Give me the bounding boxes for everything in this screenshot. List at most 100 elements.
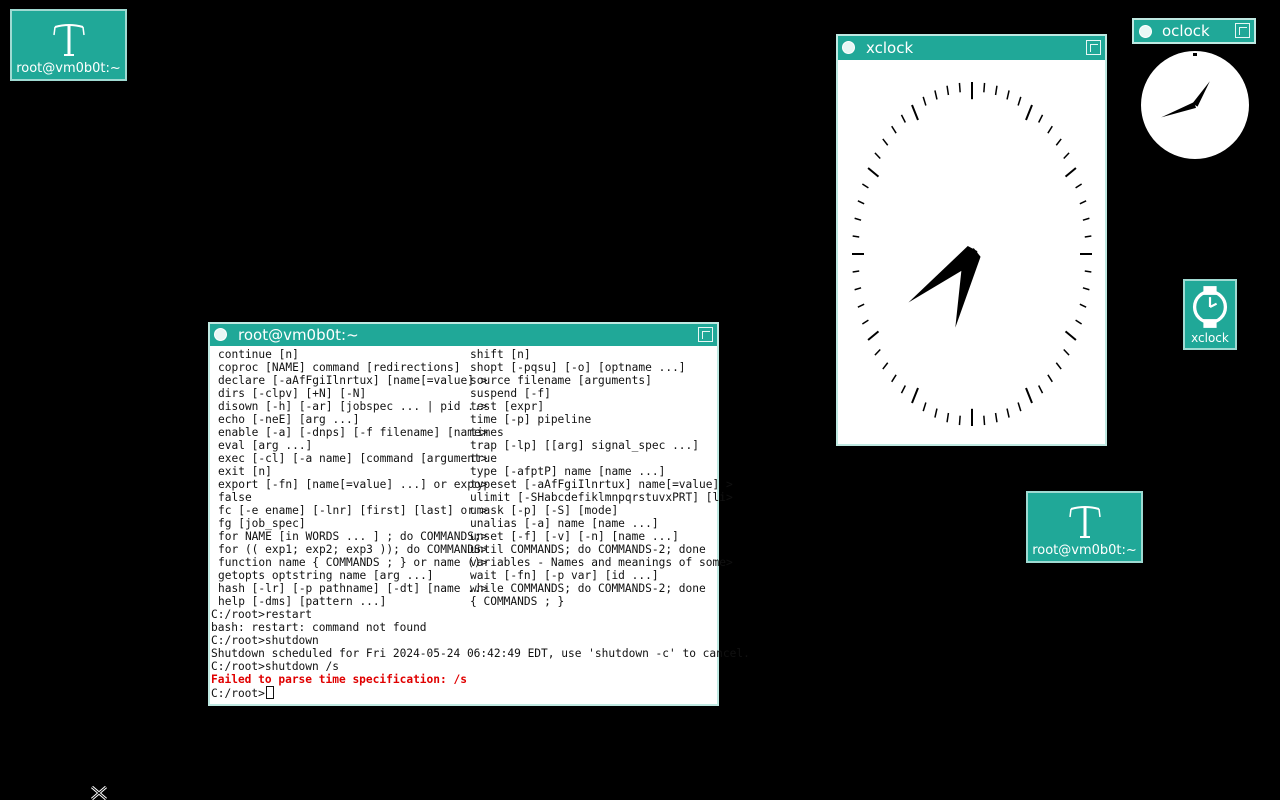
help-entry: eval [arg ...] [218, 439, 313, 452]
clock-tick [983, 82, 986, 93]
clock-tick [1063, 349, 1070, 356]
clock-tick [861, 183, 869, 189]
clock-tick [934, 408, 938, 418]
maximize-button[interactable] [698, 327, 713, 342]
clock-tick [900, 114, 907, 123]
twelve-marker [1193, 53, 1197, 56]
help-entry: until COMMANDS; do COMMANDS-2; done [470, 543, 706, 556]
oclock-window[interactable]: oclock [1132, 18, 1256, 164]
clock-tick [922, 402, 927, 412]
window-menu-button[interactable] [214, 328, 227, 341]
help-entry: getopts optstring name [arg ...] [218, 569, 434, 582]
clock-tick [1063, 152, 1070, 159]
help-entry: fg [job_spec] [218, 517, 306, 530]
help-entry: unalias [-a] name [name ...] [470, 517, 659, 530]
help-entry: for NAME [in WORDS ... ] ; do COMMANDS;> [218, 530, 488, 543]
terminal-titlebar[interactable]: root@vm0b0t:~ [210, 324, 717, 346]
help-entry: ulimit [-SHabcdefiklmnpqrstuvxPRT] [li> [470, 491, 733, 504]
help-entry: export [-fn] [name[=value] ...] or expo> [218, 478, 488, 491]
help-entry: continue [n] [218, 348, 299, 361]
clock-tick [1047, 374, 1053, 383]
clock-tick [852, 235, 860, 238]
output-line: C:/root>shutdown /s [211, 660, 339, 673]
clock-tick [1037, 114, 1044, 123]
terminal-desktop-icon-2[interactable]: root@vm0b0t:~ [1026, 491, 1143, 563]
clock-tick [857, 303, 865, 308]
help-entry: typeset [-aAfFgiIlnrtux] name[=value] > [470, 478, 733, 491]
prompt-line[interactable]: C:/root> [211, 686, 750, 699]
xclock-titlebar[interactable]: xclock [838, 36, 1105, 60]
terminal-t-icon [1068, 506, 1101, 538]
output-line: Shutdown scheduled for Fri 2024-05-24 06… [211, 647, 750, 660]
help-entry: wait [-fn] [-p var] [id ...] [470, 569, 659, 582]
clock-tick [857, 200, 865, 205]
clock-tick [994, 412, 998, 423]
clock-tick [882, 138, 889, 146]
terminal-icon-label: root@vm0b0t:~ [16, 61, 121, 76]
maximize-button[interactable] [1086, 40, 1101, 55]
xclock-icon-label: xclock [1191, 331, 1229, 345]
window-menu-button[interactable] [842, 41, 855, 54]
help-entry: echo [-neE] [arg ...] [218, 413, 360, 426]
help-entry: unset [-f] [-v] [-n] [name ...] [470, 530, 679, 543]
clock-tick [1055, 138, 1062, 146]
help-entry: for (( exp1; exp2; exp3 )); do COMMANDS> [218, 543, 488, 556]
xclock-window[interactable]: xclock [836, 34, 1107, 446]
help-listing: continue [n] coproc [NAME] command [redir… [212, 348, 733, 608]
clock-tick [1055, 362, 1062, 370]
clock-tick [958, 82, 961, 93]
clock-tick [861, 319, 869, 325]
help-right-column: shift [n] shopt [-pqsu] [-o] [optname ...… [470, 348, 733, 608]
help-entry: source filename [arguments] [470, 374, 652, 387]
clock-tick [1082, 217, 1090, 221]
clock-tick [1064, 330, 1077, 341]
help-entry: false [218, 491, 252, 504]
output-line: C:/root>restart [211, 608, 313, 621]
clock-tick [1025, 387, 1033, 404]
analog-clock-face [852, 82, 1092, 426]
clock-tick [1075, 183, 1083, 189]
clock-tick [934, 90, 938, 100]
clock-tick [867, 167, 880, 178]
help-entry: time [-p] pipeline [470, 413, 592, 426]
terminal-desktop-icon[interactable]: root@vm0b0t:~ [10, 9, 127, 81]
terminal-output: C:/root>restart bash: restart: command n… [211, 608, 750, 699]
window-menu-button[interactable] [1139, 25, 1152, 38]
clock-tick [1006, 408, 1010, 418]
terminal-title: root@vm0b0t:~ [238, 326, 359, 344]
oclock-face [1141, 51, 1249, 159]
maximize-button[interactable] [1235, 23, 1250, 38]
clock-tick [1079, 303, 1087, 308]
clock-tick [1017, 402, 1022, 412]
clock-tick [1017, 96, 1022, 106]
help-entry: type [-afptP] name [name ...] [470, 465, 666, 478]
watch-icon [1192, 286, 1228, 328]
xclock-desktop-icon[interactable]: xclock [1183, 279, 1237, 350]
help-entry: shift [n] [470, 348, 531, 361]
clock-tick [882, 362, 889, 370]
output-line: bash: restart: command not found [211, 621, 427, 634]
terminal-content[interactable]: continue [n] coproc [NAME] command [redir… [210, 346, 750, 704]
help-entry: declare [-aAfFgiIlnrtux] [name[=value] > [218, 374, 488, 387]
help-left-column: continue [n] coproc [NAME] command [redir… [218, 348, 487, 608]
help-entry: suspend [-f] [470, 387, 551, 400]
help-entry: test [expr] [470, 400, 545, 413]
clock-tick [946, 412, 950, 423]
clock-tick [867, 330, 880, 341]
clock-tick [922, 96, 927, 106]
help-entry: help [-dms] [pattern ...] [218, 595, 387, 608]
help-entry: shopt [-pqsu] [-o] [optname ...] [470, 361, 686, 374]
help-entry: hash [-lr] [-p pathname] [-dt] [name ..> [218, 582, 488, 595]
help-entry: fc [-e ename] [-lnr] [first] [last] or > [218, 504, 488, 517]
terminal-icon-label: root@vm0b0t:~ [1032, 543, 1137, 558]
help-entry: function name { COMMANDS ; } or name ()> [218, 556, 488, 569]
clock-tick [900, 385, 907, 394]
clock-tick [891, 374, 897, 383]
clock-tick [854, 287, 862, 291]
oclock-titlebar[interactable]: oclock [1132, 18, 1256, 44]
clock-tick [983, 415, 986, 426]
terminal-window[interactable]: root@vm0b0t:~ continue [n] coproc [NAME] … [208, 322, 750, 706]
clock-tick [911, 104, 919, 121]
help-entry: disown [-h] [-ar] [jobspec ... | pid ..> [218, 400, 488, 413]
help-entry: exit [n] [218, 465, 272, 478]
